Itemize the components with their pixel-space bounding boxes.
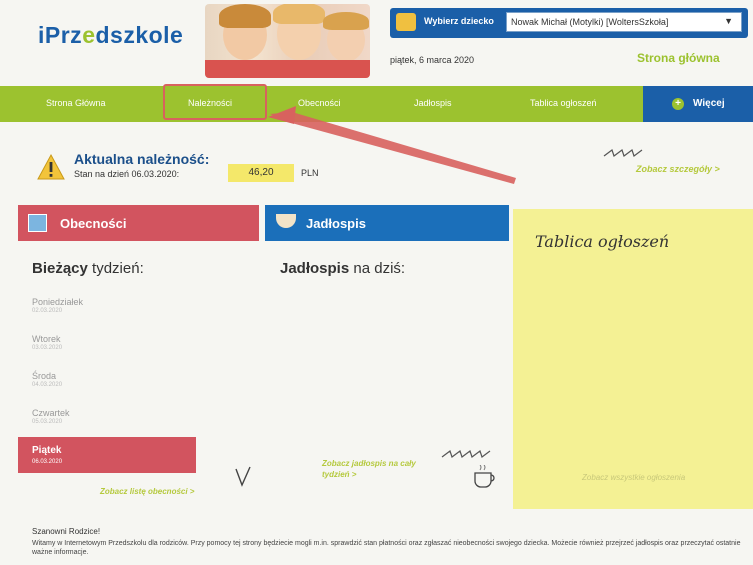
tab-attendance-label: Obecności	[60, 216, 127, 231]
attendance-list-link[interactable]: Zobacz listę obecności >	[100, 487, 194, 496]
calendar-icon	[28, 214, 47, 232]
warning-icon	[37, 153, 65, 180]
weekly-menu-link[interactable]: Zobacz jadłospis na cały tydzień >	[322, 458, 422, 480]
handwritten-scribble	[603, 149, 643, 157]
balance-date: Stan na dzień 06.03.2020:	[74, 169, 180, 179]
cup-icon	[474, 465, 495, 488]
tab-menu-label: Jadłospis	[306, 216, 366, 231]
day-item-thursday[interactable]: Czwartek 05.03.2020	[32, 408, 70, 425]
announcement-board	[513, 209, 753, 509]
announcement-board-title: Tablica ogłoszeń	[535, 232, 670, 251]
footer-text: Witamy w Internetowym Przedszkolu dla ro…	[32, 540, 741, 556]
tab-attendance[interactable]	[18, 205, 259, 241]
handwritten-mark	[235, 466, 251, 487]
balance-amount: 46,20	[228, 164, 294, 182]
balance-title: Aktualna należność:	[74, 151, 210, 167]
balance-currency: PLN	[301, 168, 319, 178]
day-item-wednesday[interactable]: Środa 04.03.2020	[32, 371, 62, 388]
announcements-link[interactable]: Zobacz wszystkie ogłoszenia	[582, 473, 685, 482]
menu-today-heading: Jadłospis na dziś:	[280, 260, 406, 277]
day-item-tuesday[interactable]: Wtorek 03.03.2020	[32, 334, 62, 351]
day-item-monday[interactable]: Poniedziałek 02.03.2020	[32, 297, 83, 314]
footer-title: Szanowni Rodzice!	[32, 527, 101, 536]
active-day-name: Piątek	[32, 445, 62, 456]
active-day-date: 06.03.2020	[32, 459, 63, 465]
current-week-heading: Bieżący tydzień:	[32, 260, 144, 277]
handwritten-scribble-2	[441, 450, 491, 458]
balance-details-link[interactable]: Zobacz szczegóły >	[636, 164, 720, 174]
tab-menu[interactable]	[265, 205, 509, 241]
